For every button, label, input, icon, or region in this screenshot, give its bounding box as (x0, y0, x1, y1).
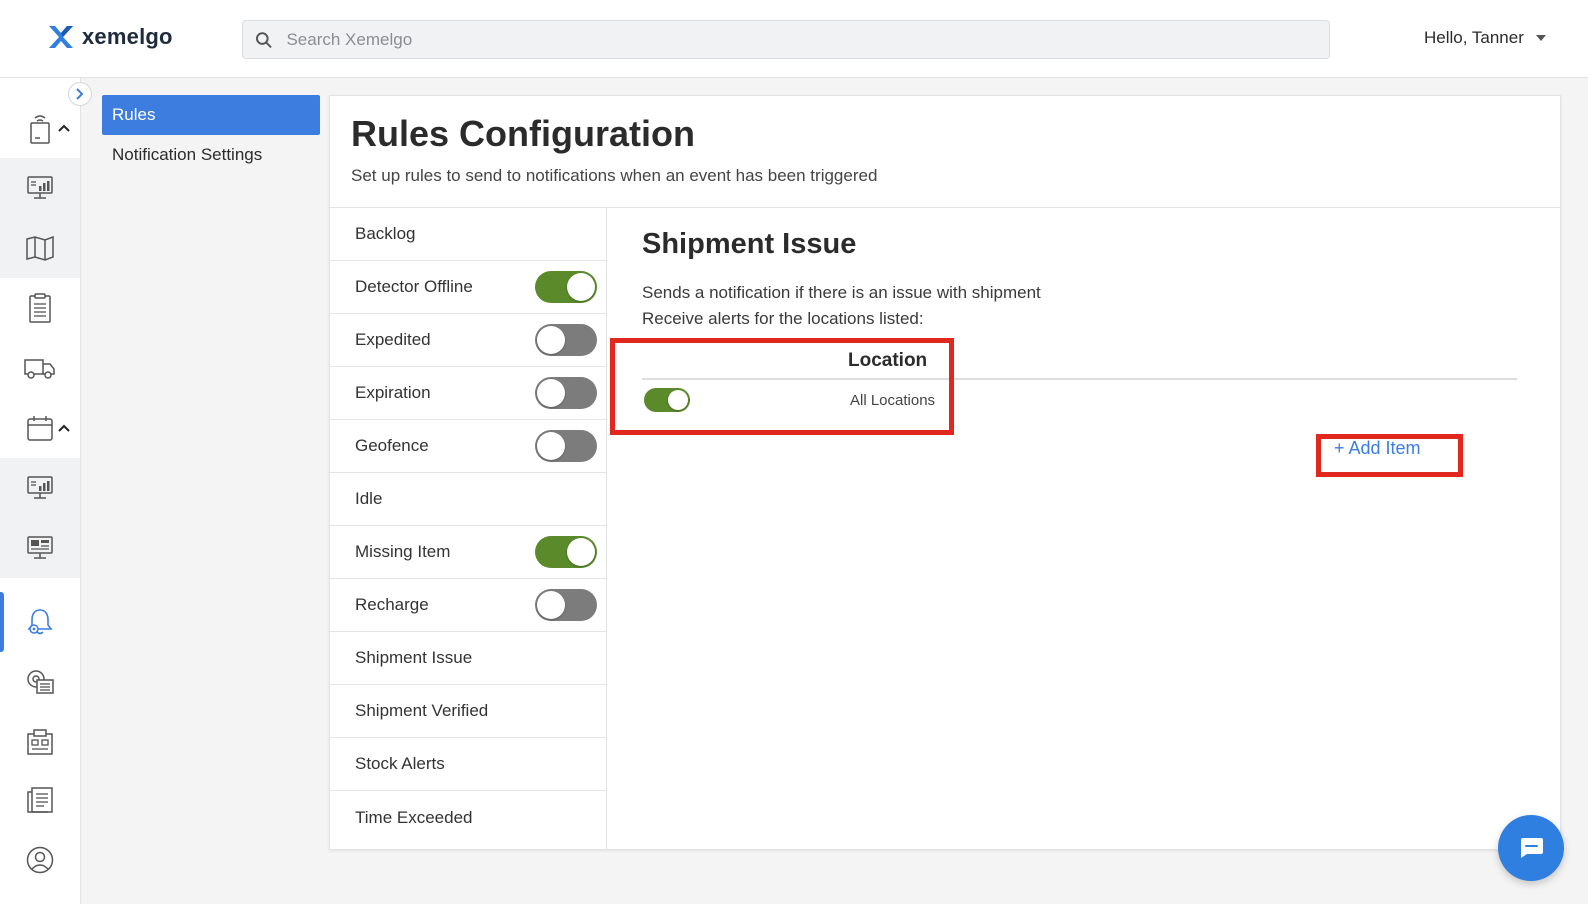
user-profile-icon (26, 846, 54, 874)
rail-item-shipments[interactable] (0, 338, 80, 398)
user-greeting: Hello, Tanner (1424, 28, 1524, 47)
rule-item-label: Expedited (355, 330, 431, 349)
page-title: Rules Configuration (351, 113, 695, 154)
rule-item-label: Missing Item (355, 542, 451, 561)
rail-item-notifications[interactable] (0, 592, 80, 652)
rule-detail-panel: Shipment Issue Sends a notification if t… (608, 208, 1560, 850)
rail-item-monitor[interactable] (0, 518, 80, 578)
rule-item[interactable]: Detector Offline (330, 261, 606, 314)
chat-button[interactable] (1498, 815, 1564, 881)
card-header: Rules Configuration Set up rules to send… (330, 96, 1560, 208)
toggle-knob (537, 326, 565, 354)
notification-bell-icon (27, 609, 53, 635)
rule-list: Backlog Detector Offline Expedited Expirati… (330, 208, 607, 850)
rail-item-dashboard[interactable] (0, 158, 80, 218)
toggle-knob (567, 538, 595, 566)
rail-item-schedule[interactable] (0, 398, 80, 458)
rail-item-facilities[interactable] (0, 712, 80, 772)
rule-toggle[interactable] (535, 271, 597, 303)
rule-title: Shipment Issue (642, 228, 857, 260)
rule-item[interactable]: Backlog (330, 208, 606, 261)
rail-item-settings[interactable] (0, 652, 80, 712)
top-bar: xemelgo Hello, Tanner (0, 0, 1588, 78)
rule-item-label: Shipment Issue (355, 648, 473, 667)
rule-description-text: Sends a notification if there is an issu… (642, 283, 1041, 302)
rule-item-label: Backlog (355, 224, 416, 243)
checklist-icon (29, 293, 51, 323)
rule-item[interactable]: Idle (330, 473, 606, 526)
rule-item-label: Shipment Verified (355, 701, 489, 720)
rule-toggle[interactable] (535, 324, 597, 356)
search-bar[interactable] (242, 20, 1330, 59)
search-icon (255, 31, 272, 48)
rail-item-logs[interactable] (0, 770, 80, 830)
settings-list-icon (27, 670, 54, 694)
page-subtitle: Set up rules to send to notifications wh… (351, 166, 878, 185)
rule-item[interactable]: Stock Alerts (330, 738, 606, 791)
locations-prompt: Receive alerts for the locations listed: (642, 309, 924, 328)
sub-navigation: Rules Notification Settings (102, 95, 320, 175)
brand-name: xemelgo (82, 24, 173, 49)
rule-item-label: Recharge (355, 595, 429, 614)
truck-icon (24, 359, 55, 379)
rail-item-profile[interactable] (0, 830, 80, 890)
rule-item[interactable]: Expedited (330, 314, 606, 367)
monitor-dashboard-icon (27, 536, 53, 559)
search-input[interactable] (286, 29, 1329, 50)
chevron-right-icon (76, 88, 84, 100)
monitor-chart-icon (27, 476, 53, 499)
rule-item-label: Stock Alerts (355, 754, 445, 773)
chevron-up-icon (58, 124, 70, 132)
chevron-up-icon (58, 424, 70, 432)
rule-toggle[interactable] (535, 377, 597, 409)
rule-item[interactable]: Recharge (330, 579, 606, 632)
rail-item-map[interactable] (0, 218, 80, 278)
rule-item[interactable]: Geofence (330, 420, 606, 473)
toggle-knob (567, 273, 595, 301)
map-icon (26, 235, 54, 261)
rule-item[interactable]: Missing Item (330, 526, 606, 579)
rule-item-label: Time Exceeded (355, 807, 473, 827)
rule-toggle[interactable] (535, 430, 597, 462)
toggle-knob (537, 591, 565, 619)
device-icon (30, 115, 50, 144)
xemelgo-logo-icon (49, 26, 73, 48)
highlight-location-box (610, 338, 954, 435)
user-menu[interactable]: Hello, Tanner (1424, 28, 1546, 48)
rule-toggle[interactable] (535, 536, 597, 568)
rule-item[interactable]: Shipment Verified (330, 685, 606, 738)
chevron-down-icon (1535, 35, 1546, 41)
rule-item[interactable]: Expiration (330, 367, 606, 420)
rail-item-reports[interactable] (0, 458, 80, 518)
logo[interactable]: xemelgo (48, 24, 173, 50)
rule-toggle[interactable] (535, 589, 597, 621)
rail-item-tasks[interactable] (0, 278, 80, 338)
chat-icon (1521, 838, 1543, 858)
rule-item-label: Detector Offline (355, 277, 473, 296)
subnav-item-rules[interactable]: Rules (102, 95, 320, 135)
icon-rail (0, 78, 81, 904)
toggle-knob (537, 432, 565, 460)
rule-item-label: Expiration (355, 383, 431, 402)
rule-item-label: Geofence (355, 436, 429, 455)
building-icon (27, 729, 53, 755)
rule-description: Sends a notification if there is an issu… (642, 280, 1041, 332)
rule-item[interactable]: Shipment Issue (330, 632, 606, 685)
highlight-add-item-box (1316, 434, 1463, 477)
rail-item-devices[interactable] (0, 98, 80, 158)
calendar-icon (27, 416, 53, 441)
toggle-knob (537, 379, 565, 407)
subnav-item-notification-settings[interactable]: Notification Settings (102, 135, 320, 175)
rule-item-label: Idle (355, 489, 383, 508)
expand-sidebar-button[interactable] (68, 82, 92, 106)
report-icon (27, 787, 53, 813)
rule-item[interactable]: Time Exceeded (330, 791, 606, 844)
dashboard-icon (27, 176, 53, 199)
